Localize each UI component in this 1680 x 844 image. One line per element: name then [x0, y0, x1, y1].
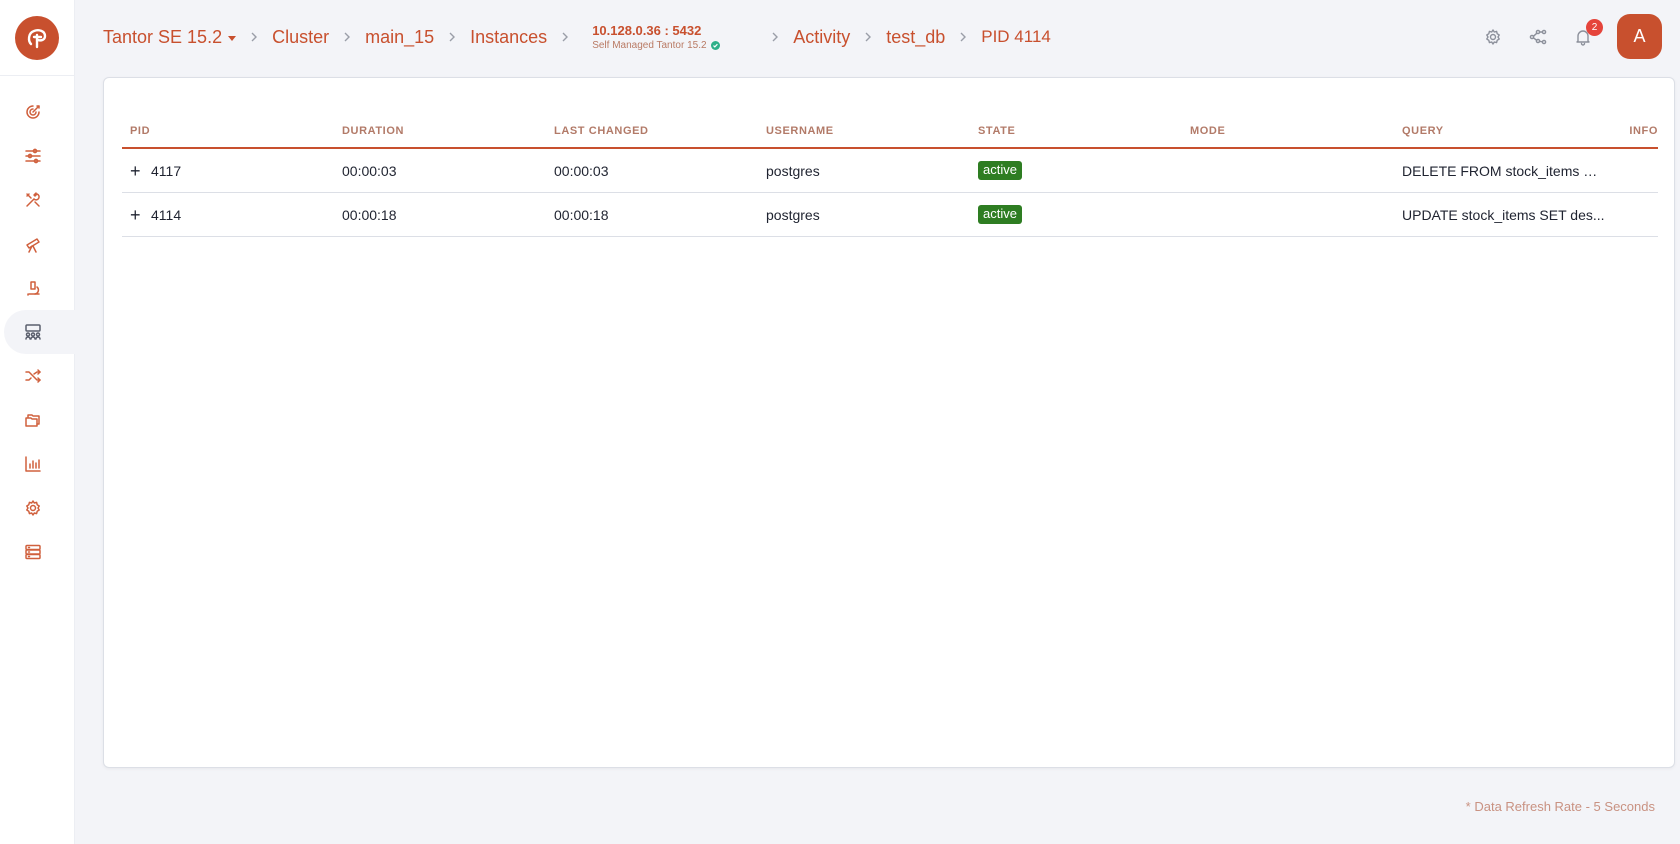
notification-badge: 2	[1586, 18, 1603, 36]
host-subtitle-text: Self Managed Tantor 15.2	[592, 39, 707, 51]
network-icon	[1529, 29, 1547, 44]
cell-state: active	[970, 205, 1182, 224]
cell-query[interactable]: UPDATE stock_items SET des...	[1394, 207, 1606, 223]
column-header-username[interactable]: USERNAME	[758, 125, 970, 137]
breadcrumb-db[interactable]: test_db	[886, 27, 945, 48]
column-header-pid[interactable]: PID	[122, 125, 334, 137]
shuffle-icon	[25, 369, 41, 383]
table-row[interactable]: +4117 00:00:03 00:00:03 postgres active …	[122, 149, 1658, 193]
sidebar-item-storage[interactable]	[0, 398, 75, 442]
sidebar-item-maintenance[interactable]	[0, 178, 75, 222]
tools-icon	[26, 192, 40, 207]
table-header: PID DURATION LAST CHANGED USERNAME STATE…	[122, 114, 1658, 149]
chevron-right-icon	[342, 31, 352, 43]
table-row[interactable]: +4114 00:00:18 00:00:18 postgres active …	[122, 193, 1658, 237]
telescope-icon	[26, 238, 40, 253]
bar-chart-icon	[25, 456, 41, 472]
breadcrumb-host[interactable]: 10.128.0.36 : 5432 Self Managed Tantor 1…	[592, 24, 770, 51]
cell-state: active	[970, 161, 1182, 180]
breadcrumb-pid: PID 4114	[981, 27, 1051, 46]
column-header-query[interactable]: QUERY	[1394, 125, 1606, 137]
chevron-right-icon	[447, 31, 457, 43]
cell-query[interactable]: DELETE FROM stock_items WH...	[1394, 163, 1606, 179]
plus-icon[interactable]: +	[130, 162, 144, 180]
sidebar-nav	[0, 90, 75, 574]
sliders-icon	[25, 148, 41, 164]
cell-pid: +4117	[122, 162, 334, 180]
status-badge: active	[978, 205, 1022, 224]
sidebar-item-database[interactable]	[0, 530, 75, 574]
breadcrumb-cluster[interactable]: Cluster	[272, 27, 329, 48]
topology-button[interactable]	[1526, 25, 1550, 49]
plus-icon[interactable]: +	[130, 206, 144, 224]
column-header-info[interactable]: INFO	[1606, 125, 1658, 137]
activity-card: PID DURATION LAST CHANGED USERNAME STATE…	[103, 77, 1675, 768]
breadcrumb-instances[interactable]: Instances	[470, 27, 547, 48]
header-actions: 2 A	[1460, 14, 1662, 59]
column-header-state[interactable]: STATE	[970, 125, 1182, 137]
sidebar-item-settings[interactable]	[0, 486, 75, 530]
column-header-last-changed[interactable]: LAST CHANGED	[546, 125, 758, 137]
sidebar-item-metrics[interactable]	[0, 442, 75, 486]
sidebar-item-explorer[interactable]	[0, 222, 75, 266]
chevron-right-icon	[249, 31, 259, 43]
breadcrumb-activity[interactable]: Activity	[793, 27, 850, 48]
tantor-logo-icon[interactable]	[15, 15, 59, 60]
logo-area	[0, 0, 74, 76]
sidebar-item-replication[interactable]	[0, 354, 75, 398]
status-badge: active	[978, 161, 1022, 180]
column-header-mode[interactable]: MODE	[1182, 125, 1394, 137]
storage-icon	[25, 544, 41, 560]
microscope-icon	[27, 281, 40, 296]
cell-last-changed: 00:00:18	[554, 206, 609, 223]
check-circle-icon	[710, 41, 720, 50]
cell-username: postgres	[766, 162, 820, 179]
cell-username: postgres	[766, 206, 820, 223]
top-header: Tantor SE 15.2 Cluster main_15 Instances…	[75, 0, 1680, 74]
sidebar-item-configuration[interactable]	[0, 134, 75, 178]
product-selector[interactable]: Tantor SE 15.2	[103, 26, 237, 48]
sidebar	[0, 0, 75, 844]
target-icon	[26, 105, 40, 119]
column-header-duration[interactable]: DURATION	[334, 125, 546, 137]
cell-duration: 00:00:18	[342, 206, 397, 223]
notifications-button[interactable]: 2	[1571, 18, 1603, 49]
activity-table: PID DURATION LAST CHANGED USERNAME STATE…	[122, 114, 1658, 237]
cell-duration: 00:00:03	[342, 162, 397, 179]
sidebar-item-inspector[interactable]	[0, 266, 75, 310]
host-subtitle: Self Managed Tantor 15.2	[592, 39, 770, 51]
breadcrumb-main[interactable]: main_15	[365, 27, 434, 48]
chevron-right-icon	[958, 31, 968, 43]
avatar[interactable]: A	[1617, 14, 1662, 59]
product-label: Tantor SE 15.2	[103, 26, 223, 47]
gear-icon	[1486, 28, 1500, 45]
cell-last-changed: 00:00:03	[554, 162, 609, 179]
pid-value: 4114	[151, 206, 182, 223]
chevron-right-icon	[863, 31, 873, 43]
refresh-rate-note: * Data Refresh Rate - 5 Seconds	[1465, 799, 1655, 814]
chevron-right-icon	[770, 31, 780, 43]
chevron-right-icon	[560, 31, 570, 43]
users-activity-icon	[25, 324, 41, 340]
gear-icon	[26, 500, 40, 516]
pid-value: 4117	[151, 162, 182, 179]
folders-icon	[25, 414, 40, 427]
caret-down-icon	[228, 36, 237, 41]
sidebar-item-dashboard[interactable]	[0, 90, 75, 134]
sidebar-item-activity[interactable]	[0, 310, 75, 354]
settings-button[interactable]	[1481, 25, 1505, 49]
host-address: 10.128.0.36 : 5432	[592, 22, 702, 38]
cell-pid: +4114	[122, 206, 334, 224]
